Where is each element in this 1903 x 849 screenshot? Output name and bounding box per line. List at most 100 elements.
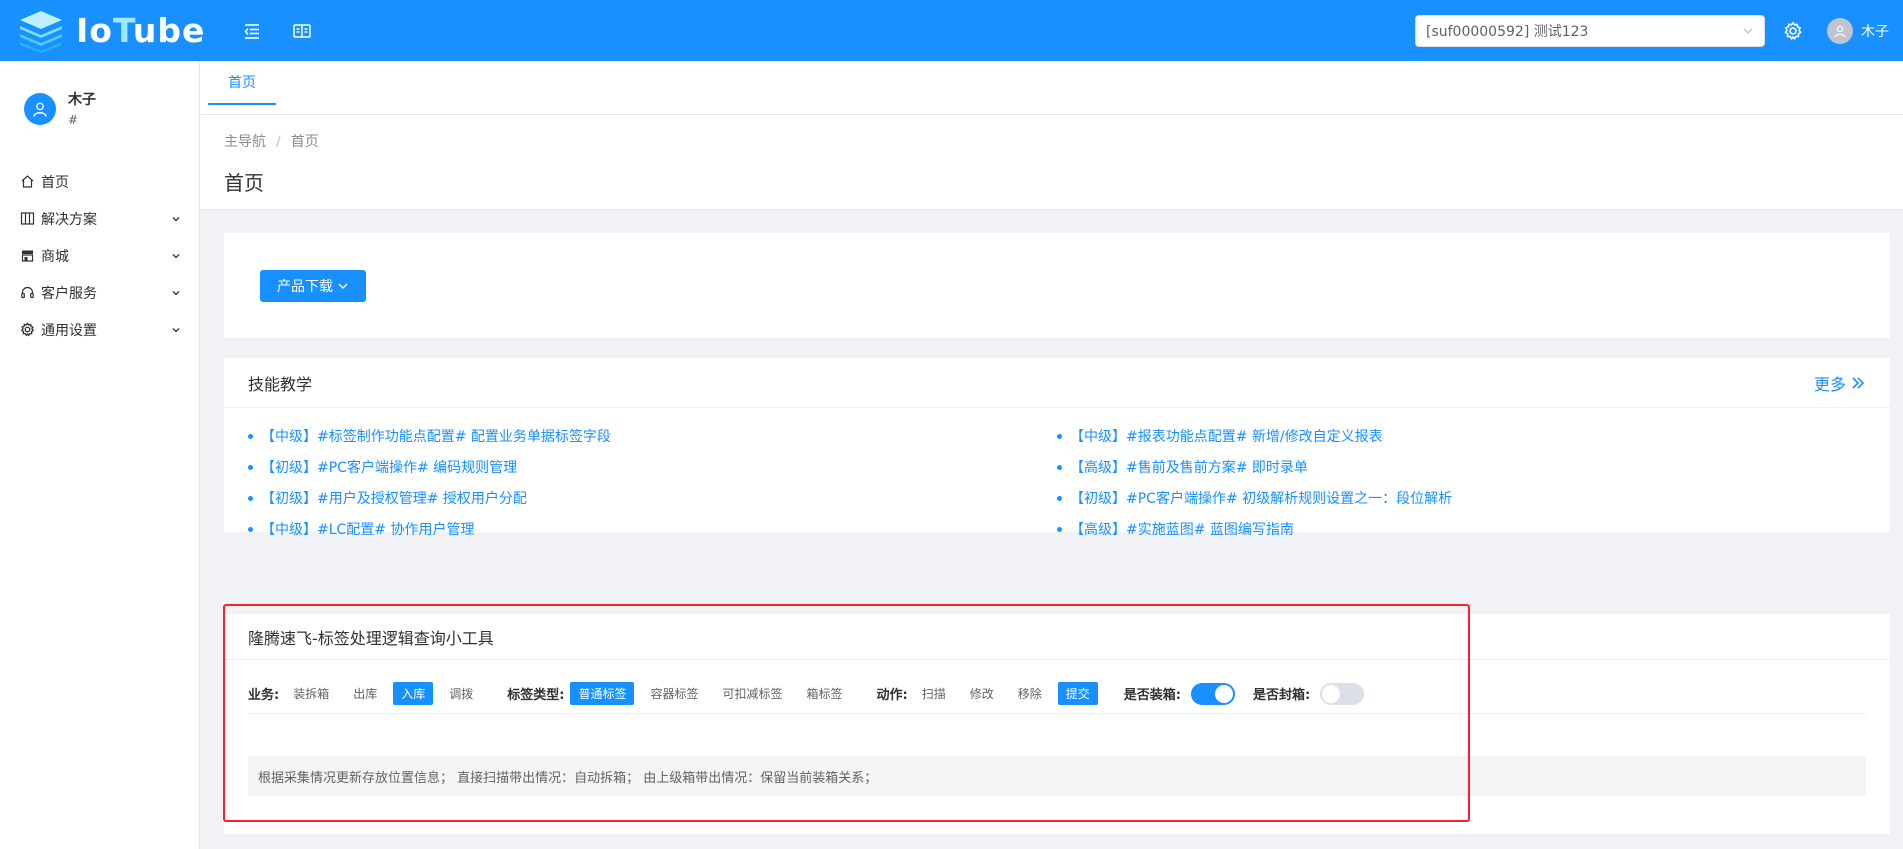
switch-knob xyxy=(1322,684,1341,703)
skill-link-text: 【高级】#实施蓝图# 蓝图编写指南 xyxy=(1070,522,1294,538)
page-header: 主导航 / 首页 首页 xyxy=(200,115,1903,210)
headset-icon xyxy=(20,285,35,300)
home-icon xyxy=(20,174,35,189)
skill-link-text: 【初级】#PC客户端操作# 编码规则管理 xyxy=(261,460,518,476)
business-option-selected[interactable]: 入库 xyxy=(393,682,434,705)
tag-type-option[interactable]: 可扣减标签 xyxy=(715,682,791,705)
user-name: 木子 xyxy=(1861,23,1889,40)
bullet-dot xyxy=(248,526,253,532)
business-option[interactable]: 装拆箱 xyxy=(285,682,337,705)
tenant-select-value: [suf00000592] 测试123 xyxy=(1426,23,1589,40)
skills-list: 【中级】#标签制作功能点配置# 配置业务单据标签字段 【初级】#PC客户端操作#… xyxy=(224,408,1890,538)
sidebar-user-sub: # xyxy=(68,113,79,127)
action-option-selected[interactable]: 提交 xyxy=(1057,682,1098,705)
sealing-switch[interactable] xyxy=(1320,682,1365,705)
tool-title: 隆腾速飞-标签处理逻辑查询小工具 xyxy=(248,628,494,648)
breadcrumb-current: 首页 xyxy=(290,134,319,150)
sidebar-item-customer-service[interactable]: 客户服务 xyxy=(0,274,199,311)
page-title: 首页 xyxy=(224,171,264,195)
switch-knob xyxy=(1215,684,1233,703)
user-menu[interactable]: 木子 xyxy=(1827,17,1889,44)
chevron-down-icon xyxy=(172,327,180,332)
sidebar-item-label: 商城 xyxy=(41,248,69,265)
result-text: 根据采集情况更新存放位置信息； 直接扫描带出情况：自动拆箱； 由上级箱带出情况：… xyxy=(258,770,878,786)
sidebar-item-shop[interactable]: 商城 xyxy=(0,237,199,274)
skills-title: 技能教学 xyxy=(248,374,313,394)
sidebar-user-name: 木子 xyxy=(68,92,96,108)
skill-link[interactable]: 【初级】#PC客户端操作# 编码规则管理 xyxy=(248,457,517,477)
action-option[interactable]: 修改 xyxy=(962,682,1002,705)
action-option[interactable]: 移除 xyxy=(1010,682,1050,705)
tag-type-option-selected[interactable]: 普通标签 xyxy=(570,682,635,705)
sidebar: 木子 # 首页 解决方案 商城 客户服务 通用设置 xyxy=(0,61,200,849)
logo-stack-icon xyxy=(18,9,64,53)
bullet-dot xyxy=(248,433,253,439)
skill-link[interactable]: 【中级】#LC配置# 协作用户管理 xyxy=(248,519,475,539)
tenant-select[interactable]: [suf00000592] 测试123 xyxy=(1415,14,1765,47)
bullet-dot xyxy=(248,464,253,470)
sealing-toggle-group: 是否封箱: xyxy=(1253,682,1365,705)
download-card: 产品下载 xyxy=(224,233,1890,338)
settings-gear-icon[interactable] xyxy=(1781,19,1805,43)
bullet-dot xyxy=(1057,433,1062,439)
skill-link[interactable]: 【中级】#标签制作功能点配置# 配置业务单据标签字段 xyxy=(248,426,611,446)
more-link[interactable]: 更多 xyxy=(1814,371,1866,395)
logo[interactable]: IoTube xyxy=(18,0,205,61)
bullet-dot xyxy=(248,495,253,501)
user-icon xyxy=(1834,25,1846,37)
product-download-label: 产品下载 xyxy=(277,279,333,295)
action-filter: 动作: 扫描 修改 移除 提交 xyxy=(877,682,1106,705)
skill-link-text: 【中级】#报表功能点配置# 新增/修改自定义报表 xyxy=(1070,429,1383,445)
skill-link[interactable]: 【高级】#实施蓝图# 蓝图编写指南 xyxy=(1057,519,1294,539)
top-bar: IoTube [suf00000592] 测试123 木子 xyxy=(0,0,1903,61)
sealing-label: 是否封箱: xyxy=(1253,688,1311,703)
sidebar-item-label: 首页 xyxy=(41,174,69,191)
chevron-down-icon xyxy=(1743,28,1753,34)
action-option[interactable]: 扫描 xyxy=(914,682,954,705)
skill-link-text: 【初级】#PC客户端操作# 初级解析规则设置之一：段位解析 xyxy=(1070,491,1453,507)
tab-home[interactable]: 首页 xyxy=(208,61,276,105)
sidebar-item-solutions[interactable]: 解决方案 xyxy=(0,200,199,237)
sidebar-menu: 首页 解决方案 商城 客户服务 通用设置 xyxy=(0,163,199,348)
more-label: 更多 xyxy=(1813,374,1846,394)
book-icon[interactable] xyxy=(291,20,313,42)
skill-link[interactable]: 【中级】#报表功能点配置# 新增/修改自定义报表 xyxy=(1057,426,1383,446)
tag-type-filter: 标签类型: 普通标签 容器标签 可扣减标签 箱标签 xyxy=(507,682,858,705)
product-download-button[interactable]: 产品下载 xyxy=(260,270,366,302)
skill-link[interactable]: 【高级】#售前及售前方案# 即时录单 xyxy=(1057,457,1308,477)
gear-icon xyxy=(20,322,35,337)
bullet-dot xyxy=(1057,464,1062,470)
skill-link[interactable]: 【初级】#用户及授权管理# 授权用户分配 xyxy=(248,488,527,508)
double-chevron-right-icon xyxy=(1852,376,1865,389)
business-option[interactable]: 调拨 xyxy=(441,682,481,705)
sidebar-item-label: 通用设置 xyxy=(41,322,97,339)
chevron-down-icon xyxy=(172,290,180,295)
packing-label: 是否装箱: xyxy=(1123,688,1181,703)
skill-link-text: 【初级】#用户及授权管理# 授权用户分配 xyxy=(261,491,527,507)
skill-link-text: 【高级】#售前及售前方案# 即时录单 xyxy=(1070,460,1308,476)
bullet-dot xyxy=(1057,495,1062,501)
avatar xyxy=(1827,17,1853,44)
logo-text: IoTube xyxy=(76,11,206,50)
solution-icon xyxy=(20,211,35,226)
tag-type-option[interactable]: 箱标签 xyxy=(799,682,851,705)
chevron-down-icon xyxy=(172,216,180,221)
sidebar-item-label: 解决方案 xyxy=(41,211,97,228)
tag-type-option[interactable]: 容器标签 xyxy=(642,682,706,705)
shop-icon xyxy=(20,248,35,263)
chevron-down-icon xyxy=(172,253,180,258)
chevron-down-icon xyxy=(338,283,348,289)
breadcrumb-separator: / xyxy=(276,134,281,150)
business-option[interactable]: 出库 xyxy=(345,682,385,705)
tool-filters: 业务: 装拆箱 出库 入库 调拨 标签类型: 普通标签 容器标签 可扣减标签 箱… xyxy=(248,674,1866,714)
user-icon xyxy=(33,102,47,117)
breadcrumb-root[interactable]: 主导航 xyxy=(224,134,266,150)
business-label: 业务: xyxy=(248,688,280,703)
menu-collapse-icon[interactable] xyxy=(241,20,263,42)
sidebar-item-settings[interactable]: 通用设置 xyxy=(0,311,199,348)
skill-link[interactable]: 【初级】#PC客户端操作# 初级解析规则设置之一：段位解析 xyxy=(1057,488,1452,508)
result-text-box: 根据采集情况更新存放位置信息； 直接扫描带出情况：自动拆箱； 由上级箱带出情况：… xyxy=(248,756,1866,796)
avatar xyxy=(24,93,56,125)
packing-switch[interactable] xyxy=(1191,682,1235,705)
sidebar-item-home[interactable]: 首页 xyxy=(0,163,199,200)
